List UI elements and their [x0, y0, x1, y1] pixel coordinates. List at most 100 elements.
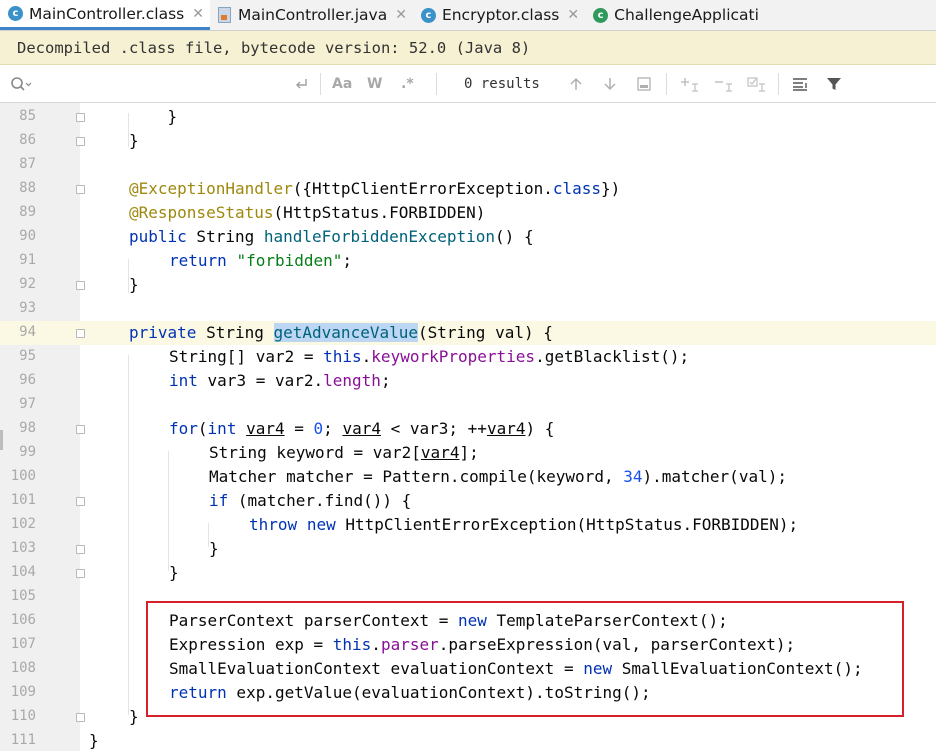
code-line: 88 @ExceptionHandler({HttpClientErrorExc…	[0, 177, 936, 201]
select-all-occurrences-icon[interactable]	[636, 66, 652, 102]
search-icon[interactable]	[10, 66, 32, 102]
new-line-icon[interactable]	[293, 66, 309, 102]
code-text: String keyword = var2[var4];	[209, 442, 479, 464]
tab-label: MainController.class	[29, 4, 185, 23]
tab-main-controller-class[interactable]: c MainController.class ✕	[0, 0, 210, 30]
code-line: 103 }	[0, 537, 936, 561]
code-line: 85 }	[0, 105, 936, 129]
code-line: 86 }	[0, 129, 936, 153]
fold-marker[interactable]	[76, 113, 85, 122]
code-token: String[] var2 =	[169, 347, 324, 366]
tab-main-controller-java[interactable]: MainController.java ✕	[210, 0, 413, 30]
keyword: new	[306, 515, 336, 534]
variable-reassigned: var4	[342, 419, 381, 438]
line-number: 107	[10, 636, 36, 652]
line-number: 98	[19, 420, 36, 436]
close-icon[interactable]: ✕	[567, 7, 579, 23]
arrow-down-icon[interactable]	[603, 66, 617, 102]
field-name: keyworkProperties	[371, 347, 536, 366]
code-text: private String getAdvanceValue(String va…	[129, 322, 553, 344]
close-icon[interactable]: ✕	[395, 7, 407, 23]
keyword: return	[169, 251, 227, 270]
code-token: })	[601, 179, 621, 198]
filter-options-icon[interactable]	[791, 66, 811, 102]
code-text: }	[129, 131, 139, 150]
method-name: handleForbiddenException	[263, 227, 496, 246]
fold-marker[interactable]	[76, 281, 85, 290]
code-token: () {	[495, 227, 534, 246]
line-number: 92	[19, 276, 36, 292]
code-line: 97	[0, 393, 936, 417]
code-line: 102 throw new HttpClientErrorException(H…	[0, 513, 936, 537]
annotation: @ExceptionHandler	[129, 179, 293, 198]
filter-icon[interactable]	[826, 66, 842, 102]
code-line-current: 94 private String getAdvanceValue(String…	[0, 321, 936, 345]
regex-toggle[interactable]: .*	[401, 66, 414, 102]
separator	[436, 73, 437, 95]
code-text: }	[129, 107, 178, 126]
keyword: this	[323, 347, 362, 366]
line-number: 100	[10, 468, 36, 484]
line-number: 108	[10, 660, 36, 676]
line-number: 90	[19, 228, 36, 244]
line-number: 95	[19, 348, 36, 364]
tab-encryptor-class[interactable]: c Encryptor.class ✕	[413, 0, 585, 30]
code-token: String	[196, 323, 274, 342]
class-icon: c	[8, 6, 23, 21]
fold-marker[interactable]	[76, 713, 85, 722]
code-text: }	[169, 563, 179, 582]
number-literal: 34	[623, 467, 643, 486]
tab-label: Encryptor.class	[441, 6, 560, 24]
add-occurrence-icon[interactable]	[679, 66, 701, 102]
tab-challenge-application[interactable]: c ChallengeApplicati	[585, 0, 765, 30]
code-line: 93	[0, 297, 936, 321]
highlight-box	[146, 601, 904, 717]
code-line: 100 Matcher matcher = Pattern.compile(ke…	[0, 465, 936, 489]
code-token: ];	[459, 443, 479, 462]
line-number: 99	[19, 444, 36, 460]
separator	[320, 73, 321, 95]
close-icon[interactable]: ✕	[192, 6, 204, 22]
arrow-up-icon[interactable]	[569, 66, 583, 102]
code-text: public String handleForbiddenException()…	[129, 226, 534, 248]
separator	[778, 73, 779, 95]
number-literal: 0	[313, 419, 324, 438]
match-case-toggle[interactable]: Aa	[332, 66, 352, 102]
variable-reassigned: var4	[246, 419, 285, 438]
separator	[666, 73, 667, 95]
code-line: 95 String[] var2 = this.keyworkPropertie…	[0, 345, 936, 369]
fold-marker[interactable]	[76, 185, 85, 194]
fold-marker[interactable]	[76, 569, 85, 578]
select-all-matches-icon[interactable]	[746, 66, 768, 102]
keyword: private	[129, 323, 197, 342]
fold-marker[interactable]	[76, 329, 85, 338]
code-text: if (matcher.find()) {	[209, 490, 411, 512]
spring-boot-class-icon: c	[593, 7, 609, 23]
fold-marker[interactable]	[76, 545, 85, 554]
code-text: }	[129, 275, 139, 294]
fold-marker[interactable]	[76, 137, 85, 146]
banner-text: Decompiled .class file, bytecode version…	[17, 38, 531, 57]
whole-words-toggle[interactable]: W	[367, 66, 382, 102]
line-number: 110	[10, 708, 36, 724]
search-input[interactable]	[40, 66, 290, 102]
remove-occurrence-icon[interactable]	[713, 66, 735, 102]
code-line: 89 @ResponseStatus(HttpStatus.FORBIDDEN)	[0, 201, 936, 225]
fold-marker[interactable]	[76, 497, 85, 506]
field-name: length	[323, 371, 381, 390]
fold-marker[interactable]	[76, 425, 85, 434]
variable-reassigned: var4	[486, 419, 526, 438]
line-number: 86	[19, 132, 36, 148]
code-line: 99 String keyword = var2[var4];	[0, 441, 936, 465]
keyword: int	[169, 371, 198, 390]
code-text: @ResponseStatus(HttpStatus.FORBIDDEN)	[129, 202, 485, 224]
code-token: ).matcher(val);	[642, 467, 787, 486]
keyword: int	[207, 419, 237, 438]
string-literal: "forbidden"	[236, 251, 343, 270]
decompiled-banner: Decompiled .class file, bytecode version…	[0, 31, 936, 65]
method-name-selected[interactable]: getAdvanceValue	[273, 323, 418, 342]
line-number: 97	[19, 396, 36, 412]
tab-label: ChallengeApplicati	[614, 6, 759, 24]
code-line: 92 }	[0, 273, 936, 297]
